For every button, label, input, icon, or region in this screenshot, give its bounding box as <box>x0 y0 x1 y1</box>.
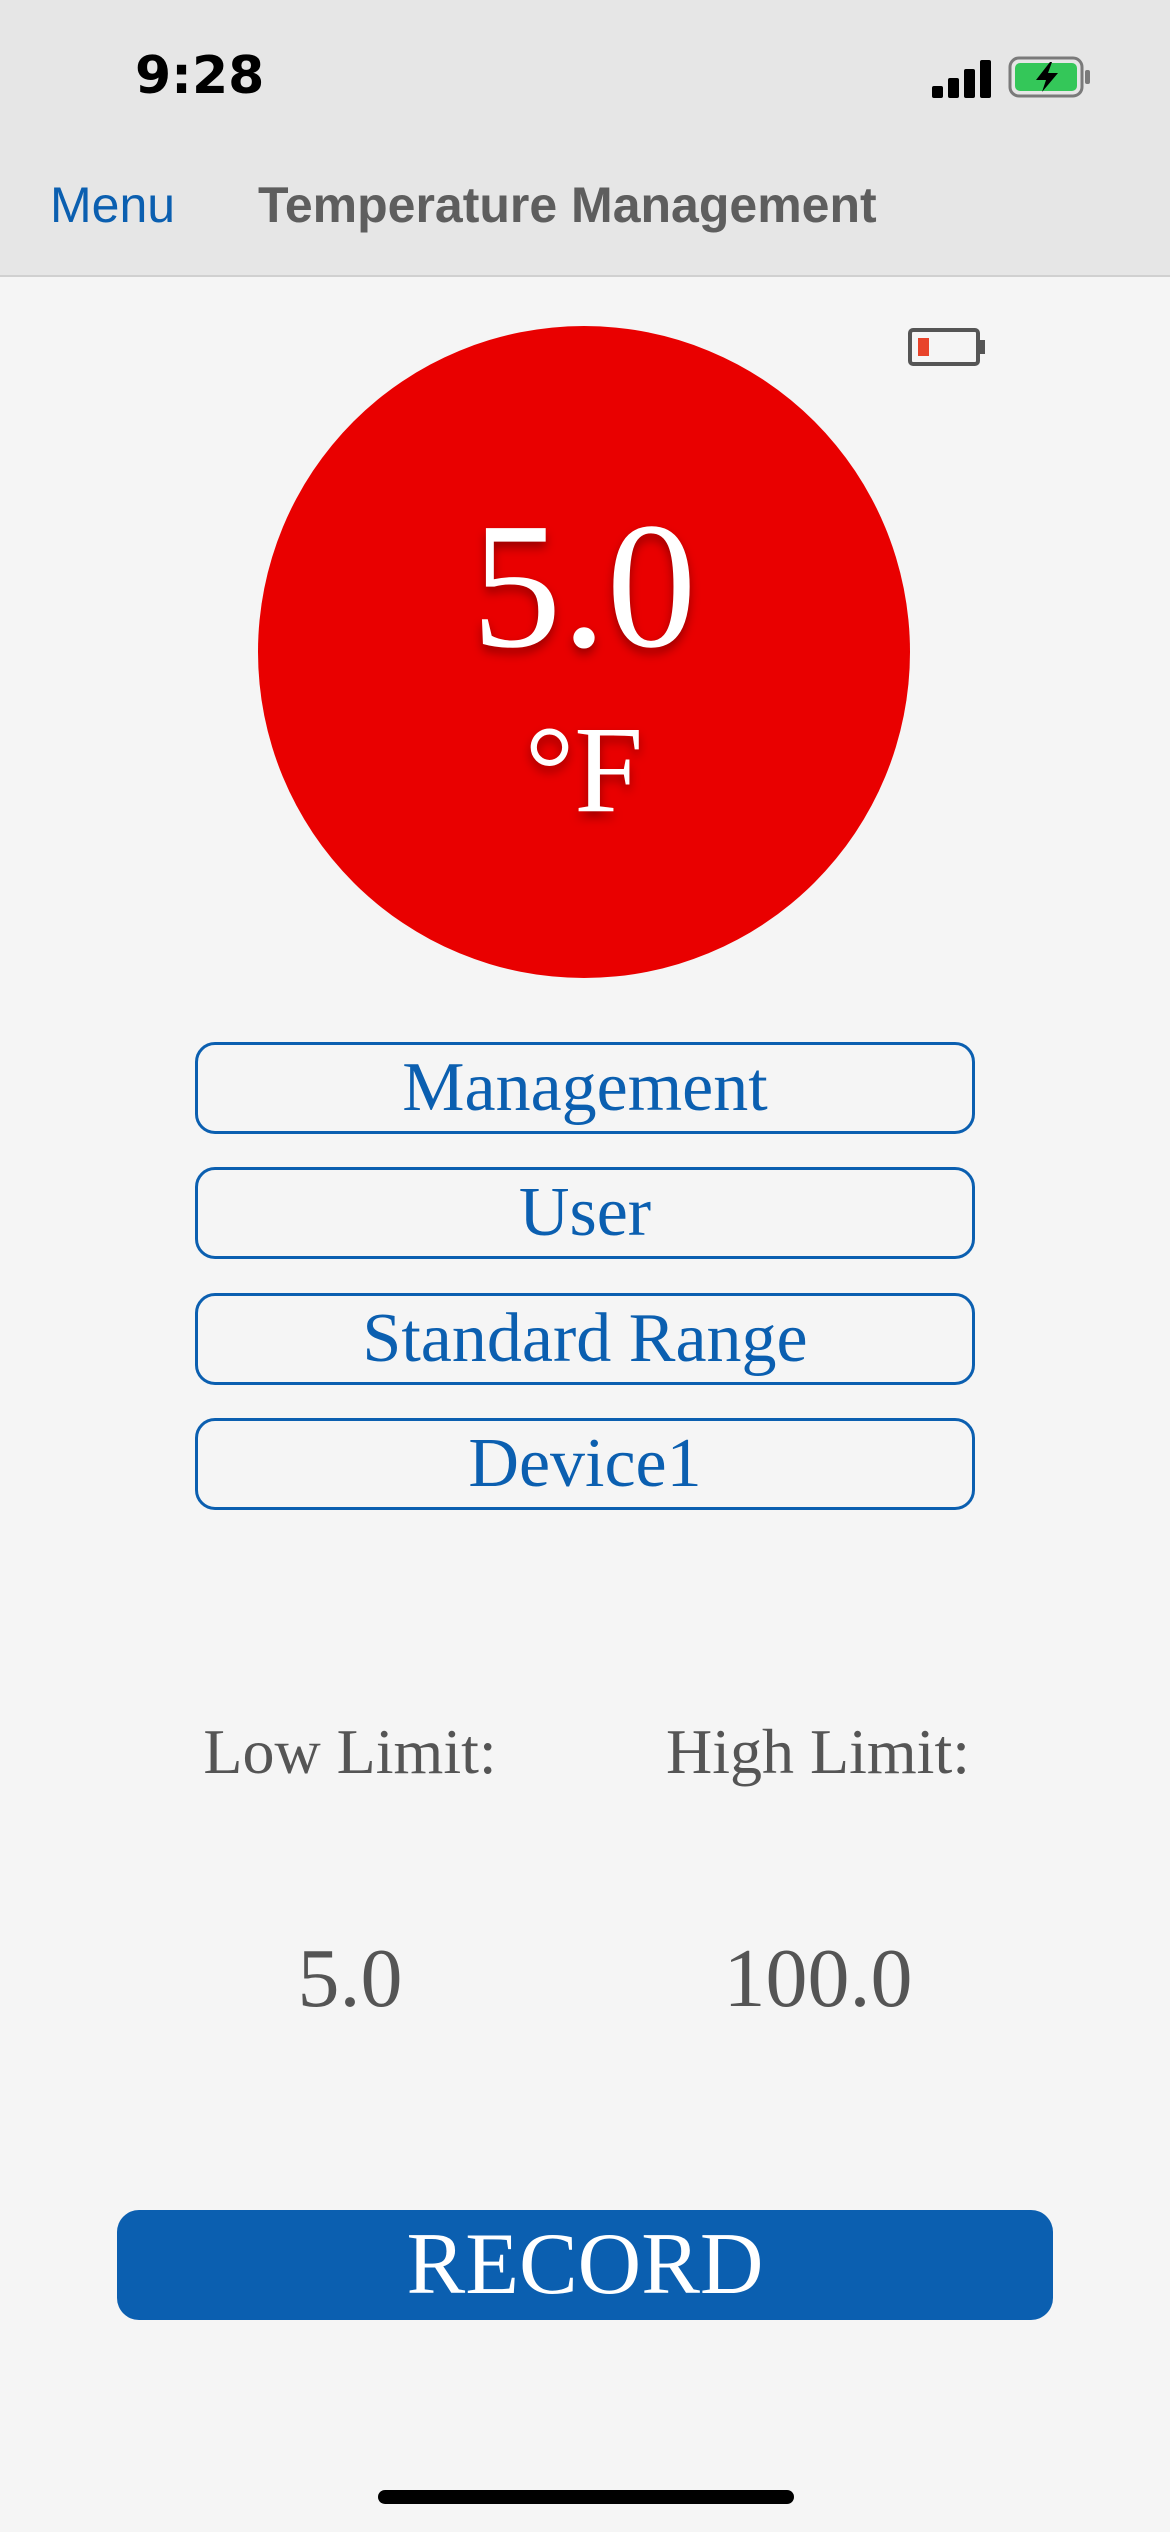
home-indicator[interactable] <box>378 2490 794 2504</box>
standard-range-button[interactable]: Standard Range <box>195 1293 975 1385</box>
device-button[interactable]: Device1 <box>195 1418 975 1510</box>
management-button[interactable]: Management <box>195 1042 975 1134</box>
battery-charging-icon <box>1008 56 1090 98</box>
menu-button[interactable]: Menu <box>50 176 175 234</box>
status-time: 9:28 <box>135 46 265 106</box>
high-limit-value: 100.0 <box>723 1932 913 2025</box>
record-button[interactable]: RECORD <box>117 2210 1053 2320</box>
temperature-display: 5.0 °F <box>258 326 910 978</box>
low-limit-value: 5.0 <box>297 1932 403 2025</box>
temperature-value: 5.0 <box>471 486 697 685</box>
high-limit-label: High Limit: <box>666 1716 970 1787</box>
app-screen: 9:28 Menu Temperature Management 5.0 °F … <box>0 0 1170 2532</box>
low-limit-label: Low Limit: <box>203 1716 497 1787</box>
battery-low-icon <box>908 328 985 366</box>
header: 9:28 Menu Temperature Management <box>0 0 1170 277</box>
temperature-unit: °F <box>524 701 644 838</box>
cellular-signal-icon <box>932 60 991 98</box>
user-button[interactable]: User <box>195 1167 975 1259</box>
page-title: Temperature Management <box>258 177 877 233</box>
